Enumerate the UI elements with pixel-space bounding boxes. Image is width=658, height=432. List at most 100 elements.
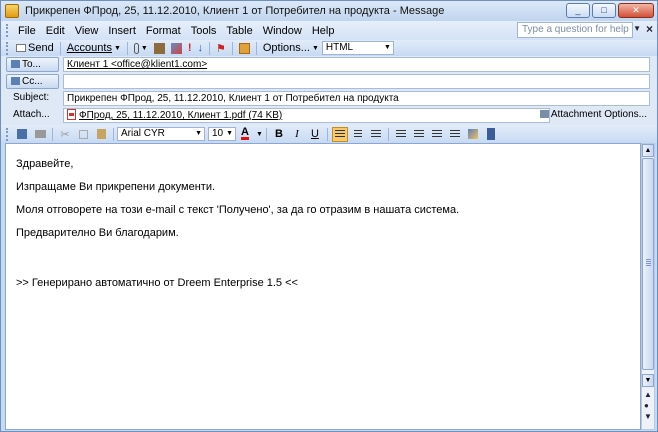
- importance-low-button[interactable]: ↓: [196, 41, 206, 56]
- underline-button[interactable]: U: [307, 127, 323, 142]
- font-color-button[interactable]: A: [237, 127, 253, 142]
- toolbar-grip-icon[interactable]: [6, 127, 9, 141]
- previous-page-icon[interactable]: ▲: [644, 390, 652, 399]
- styles-icon: [467, 129, 478, 139]
- separator: [387, 127, 389, 141]
- close-button[interactable]: ✕: [618, 3, 654, 18]
- to-button[interactable]: To...: [6, 57, 59, 72]
- chevron-down-icon[interactable]: ▼: [256, 131, 263, 138]
- toolbar-options-button[interactable]: [483, 127, 499, 142]
- scroll-thumb[interactable]: [642, 158, 654, 370]
- title-bar: Прикрепен ФПрод, 25, 11.12.2010, Клиент …: [1, 1, 657, 21]
- menu-insert[interactable]: Insert: [103, 25, 141, 37]
- subject-field[interactable]: Прикрепен ФПрод, 25, 11.12.2010, Клиент …: [63, 91, 650, 106]
- align-center-icon: [353, 129, 362, 139]
- minimize-button[interactable]: _: [566, 3, 590, 18]
- greeting-line: Здравейте,: [16, 158, 74, 170]
- importance-high-button[interactable]: !: [186, 41, 194, 56]
- menu-file[interactable]: File: [13, 25, 41, 37]
- address-book-icon: [153, 42, 165, 54]
- subject-row: Subject: Прикрепен ФПрод, 25, 11.12.2010…: [1, 90, 657, 107]
- align-left-button[interactable]: [331, 126, 348, 142]
- message-body[interactable]: Здравейте, Изпращаме Ви прикрепени докум…: [5, 143, 641, 430]
- paste-button[interactable]: [93, 127, 109, 142]
- subject-value: Прикрепен ФПрод, 25, 11.12.2010, Клиент …: [67, 93, 399, 104]
- help-search-input[interactable]: Type a question for help: [517, 22, 633, 38]
- attachment-file[interactable]: ФПрод, 25, 11.12.2010, Клиент 1.pdf (74 …: [79, 110, 282, 121]
- close-document-icon[interactable]: ×: [646, 22, 653, 36]
- increase-indent-button[interactable]: [447, 127, 463, 142]
- maximize-button[interactable]: □: [592, 3, 616, 18]
- signature-line: >> Генерирано автоматично от Dreem Enter…: [16, 277, 298, 289]
- menu-edit[interactable]: Edit: [41, 25, 70, 37]
- menu-bar: File Edit View Insert Format Tools Table…: [1, 21, 657, 40]
- cc-button[interactable]: Cc...: [6, 74, 59, 89]
- message-format-value: HTML: [325, 42, 354, 53]
- toolbar-grip-icon[interactable]: [6, 41, 9, 55]
- attach-field[interactable]: ФПрод, 25, 11.12.2010, Клиент 1.pdf (74 …: [63, 108, 550, 123]
- scroll-down-icon[interactable]: ▼: [642, 374, 654, 387]
- send-button[interactable]: Send: [14, 41, 56, 56]
- menu-tools[interactable]: Tools: [186, 25, 222, 37]
- follow-up-button[interactable]: ⚑: [214, 41, 228, 56]
- help-dropdown-icon[interactable]: ▼: [633, 24, 641, 33]
- separator: [126, 41, 128, 55]
- bold-label: B: [274, 128, 283, 140]
- send-icon: [16, 44, 26, 52]
- send-label: Send: [28, 42, 54, 54]
- window-controls: _ □ ✕: [566, 3, 654, 18]
- attach-row: Attach... ФПрод, 25, 11.12.2010, Клиент …: [1, 107, 657, 124]
- browse-object-icon[interactable]: ●: [644, 401, 649, 410]
- message-format-select[interactable]: HTML ▼: [321, 41, 394, 55]
- to-label: To...: [22, 59, 41, 70]
- subject-label: Subject:: [13, 92, 50, 103]
- next-page-icon[interactable]: ▼: [644, 412, 652, 421]
- menu-help[interactable]: Help: [307, 25, 340, 37]
- to-row: To... Клиент 1 <office@klient1.com>: [1, 56, 657, 73]
- separator: [113, 127, 114, 141]
- separator: [326, 127, 328, 141]
- copy-button[interactable]: [75, 127, 91, 142]
- menu-view[interactable]: View: [70, 25, 104, 37]
- font-size-select[interactable]: 10 ▼: [208, 127, 236, 141]
- bold-button[interactable]: B: [271, 127, 287, 142]
- chevron-down-icon: ▼: [113, 44, 121, 52]
- printer-icon: [34, 130, 46, 138]
- accounts-button[interactable]: Accounts ▼: [65, 41, 123, 56]
- vertical-scrollbar[interactable]: ▲ ▼ ▲ ● ▼: [641, 143, 655, 430]
- attach-file-button[interactable]: ▼: [132, 41, 150, 56]
- chevron-down-icon: ▼: [140, 44, 148, 52]
- decrease-indent-button[interactable]: [429, 127, 445, 142]
- align-right-button[interactable]: [368, 127, 384, 142]
- menu-window[interactable]: Window: [258, 25, 307, 37]
- menu-format[interactable]: Format: [141, 25, 186, 37]
- permission-button[interactable]: [237, 41, 252, 56]
- separator: [209, 41, 210, 55]
- cut-button[interactable]: ✂: [57, 127, 73, 142]
- bullets-button[interactable]: [411, 127, 427, 142]
- save-button[interactable]: [14, 127, 30, 142]
- cc-field[interactable]: [63, 74, 650, 89]
- font-size-value: 10: [212, 128, 224, 139]
- align-right-icon: [370, 129, 381, 139]
- align-center-button[interactable]: [350, 127, 366, 142]
- scroll-up-icon[interactable]: ▲: [642, 144, 654, 157]
- font-color-icon: A: [241, 126, 249, 140]
- font-name-select[interactable]: Arial CYR ▼: [117, 127, 205, 141]
- permission-icon: [238, 42, 250, 54]
- body-line: Изпращаме Ви прикрепени документи.: [16, 181, 216, 193]
- numbering-button[interactable]: [393, 127, 409, 142]
- address-book-button[interactable]: [152, 41, 167, 56]
- print-button[interactable]: [32, 127, 48, 142]
- styles-button[interactable]: [465, 127, 481, 142]
- cc-row: Cc...: [1, 73, 657, 90]
- italic-button[interactable]: I: [289, 127, 305, 142]
- toolbar-grip-icon[interactable]: [6, 24, 9, 37]
- menu-table[interactable]: Table: [221, 25, 257, 37]
- to-field[interactable]: Клиент 1 <office@klient1.com>: [63, 57, 650, 72]
- attachment-options-button[interactable]: Attachment Options...: [539, 108, 647, 122]
- increase-indent-icon: [449, 129, 460, 139]
- copy-icon: [78, 129, 88, 139]
- options-button[interactable]: Options... ▼: [261, 41, 321, 56]
- check-names-button[interactable]: [169, 41, 184, 56]
